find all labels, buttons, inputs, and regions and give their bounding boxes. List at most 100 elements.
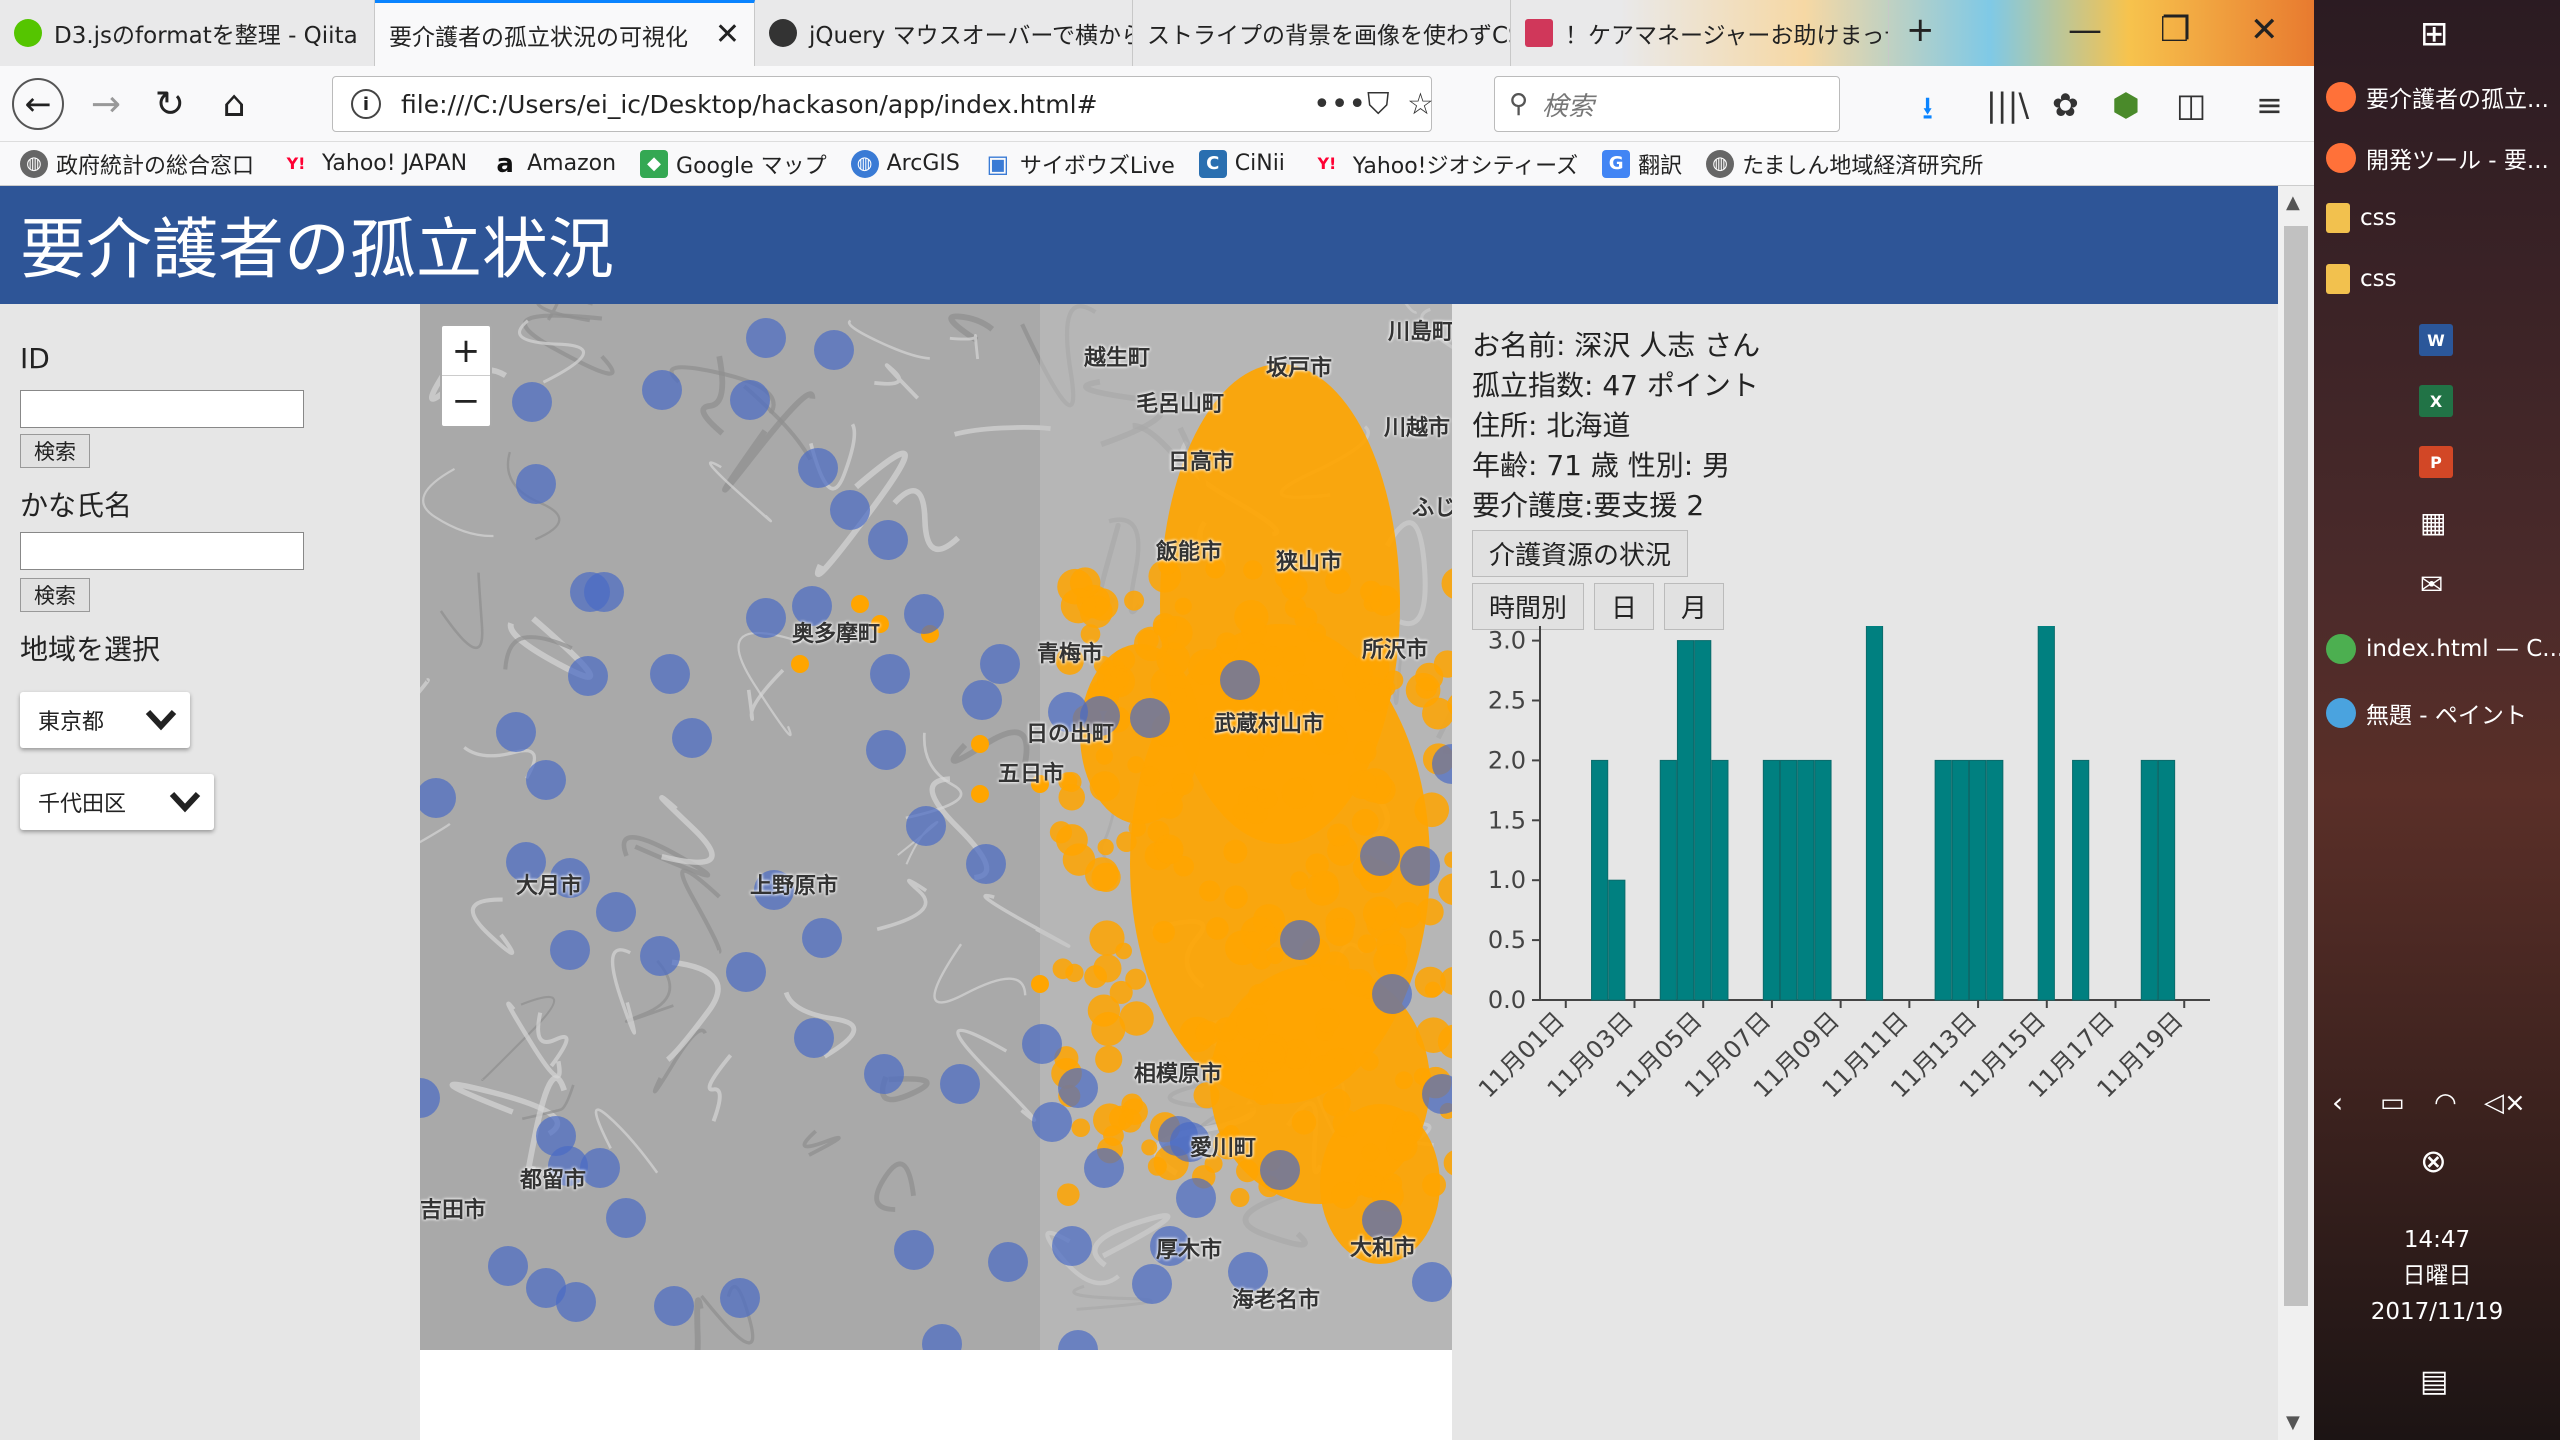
care-resource-marker[interactable] [1103,665,1136,698]
bookmark-tamashin[interactable]: ◍ たましん地域経済研究所 [1706,148,1983,180]
resident-marker[interactable] [814,330,854,370]
resident-marker[interactable] [512,382,552,422]
care-resource-marker[interactable] [1109,980,1133,1004]
chart-bar[interactable] [2037,626,2055,1001]
zoom-in-button[interactable]: + [442,326,490,376]
word-icon[interactable]: W [2419,324,2453,356]
resident-marker[interactable] [746,318,786,358]
care-resource-marker[interactable] [1097,838,1114,856]
reload-icon[interactable]: ↻ [144,78,196,130]
care-resource-marker[interactable] [1089,771,1120,802]
resident-marker[interactable] [864,1054,904,1094]
care-resource-marker[interactable] [1091,862,1121,893]
resident-marker[interactable] [1372,974,1412,1014]
tab-jquery[interactable]: jQuery マウスオーバーで横から [755,0,1133,66]
resident-marker[interactable] [966,844,1006,884]
care-resource-marker[interactable] [1206,917,1229,940]
tab-caremanager[interactable]: ！ケアマネージャーお助けまっせ [1511,0,1889,66]
resident-marker[interactable] [980,644,1020,684]
care-resource-marker[interactable] [1394,902,1422,929]
prefecture-select[interactable]: 東京都 [20,692,190,748]
close-tab-icon[interactable]: ✕ [705,17,740,52]
care-resource-marker[interactable] [1153,834,1184,864]
star-icon[interactable]: ☆ [1407,87,1434,122]
care-resource-marker[interactable] [1414,792,1450,828]
care-resource-marker[interactable] [1052,958,1074,980]
resident-marker[interactable] [640,936,680,976]
care-resource-marker[interactable] [1199,880,1221,902]
care-resource-marker[interactable] [1031,975,1049,993]
url-bar[interactable]: i file:///C:/Users/ei_ic/Desktop/hackaso… [332,76,1434,132]
care-resource-marker[interactable] [1187,649,1224,685]
care-resource-marker[interactable] [1079,595,1113,629]
care-resource-marker[interactable] [1248,983,1270,1006]
taskbar-folder-css-1[interactable]: css [2326,203,2397,233]
download-icon[interactable]: ⭳ [1922,86,1933,140]
chart-bar[interactable] [1659,759,1677,1001]
chart-bar[interactable] [1865,626,1884,1001]
resident-marker[interactable] [906,806,946,846]
minimize-icon[interactable]: — [2068,10,2102,50]
resident-marker[interactable] [1032,1102,1072,1142]
resident-marker[interactable] [866,730,906,770]
care-resource-marker[interactable] [1253,1085,1273,1106]
resident-marker[interactable] [1022,1024,1062,1064]
monthly-button[interactable]: 月 [1664,583,1725,630]
bookmark-estat[interactable]: ◍ 政府統計の総合窓口 [20,148,254,180]
bookmark-google-maps[interactable]: ◆ Google マップ [640,148,827,180]
resident-marker[interactable] [746,598,786,638]
speaker-muted-icon[interactable]: ◁× [2484,1088,2526,1118]
resident-marker[interactable] [988,1242,1028,1282]
care-resource-marker[interactable] [1224,885,1248,909]
resident-marker[interactable] [596,892,636,932]
care-resource-button[interactable]: 介護資源の状況 [1472,530,1689,577]
care-resource-marker[interactable] [1305,853,1329,877]
wifi-icon[interactable]: ◠ [2434,1088,2457,1118]
care-resource-marker[interactable] [791,655,809,673]
taskbar-folder-css-2[interactable]: css [2326,264,2397,294]
care-resource-marker[interactable] [1246,743,1265,761]
resident-marker[interactable] [868,520,908,560]
kana-search-button[interactable]: 検索 [20,578,90,612]
chart-bar[interactable] [1762,759,1781,1001]
care-resource-marker[interactable] [1360,580,1383,603]
care-resource-marker[interactable] [1281,777,1314,809]
care-resource-marker[interactable] [1325,918,1354,947]
care-resource-marker[interactable] [1091,1011,1126,1047]
care-resource-marker[interactable] [1236,1159,1259,1183]
care-resource-marker[interactable] [1152,613,1177,638]
resident-marker[interactable] [1132,1264,1172,1304]
resident-marker[interactable] [870,654,910,694]
close-circle-icon[interactable]: ⊗ [2420,1142,2447,1180]
search-box[interactable]: ⚲ 検索 [1494,76,1840,132]
taskbar-paint[interactable]: 無題 - ペイント [2326,696,2527,730]
resident-marker[interactable] [672,718,712,758]
resident-marker[interactable] [654,1286,694,1326]
resident-marker[interactable] [556,1282,596,1322]
tab-stripe[interactable]: ストライプの背景を画像を使わずCSS [1133,0,1511,66]
pocket-icon[interactable]: ⛉ [1367,87,1390,122]
resident-marker[interactable] [1280,920,1320,960]
resident-marker[interactable] [1130,698,1170,738]
care-resource-marker[interactable] [1347,770,1377,800]
care-resource-marker[interactable] [1223,839,1248,864]
care-resource-marker[interactable] [1327,823,1350,847]
chart-bar[interactable] [1934,759,1952,1001]
care-resource-marker[interactable] [1305,872,1340,906]
maximize-icon[interactable]: ❐ [2160,10,2190,50]
excel-icon[interactable]: X [2419,385,2453,417]
extension-icon[interactable]: ✿ [2052,86,2079,124]
care-resource-marker[interactable] [1290,871,1309,890]
chart-bar[interactable] [1608,879,1626,1001]
library-icon[interactable]: |||\ [1986,86,2029,124]
battery-icon[interactable]: ▭ [2380,1088,2405,1118]
bookmark-amazon[interactable]: a Amazon [491,149,616,179]
resident-marker[interactable] [650,654,690,694]
care-resource-marker[interactable] [1056,1183,1080,1206]
care-resource-marker[interactable] [1359,1052,1379,1071]
resident-marker[interactable] [726,952,766,992]
chart-bar[interactable] [1711,759,1729,1001]
care-resource-marker[interactable] [1116,831,1137,853]
info-icon[interactable]: i [351,89,381,119]
notification-icon[interactable]: ▤ [2420,1364,2448,1399]
